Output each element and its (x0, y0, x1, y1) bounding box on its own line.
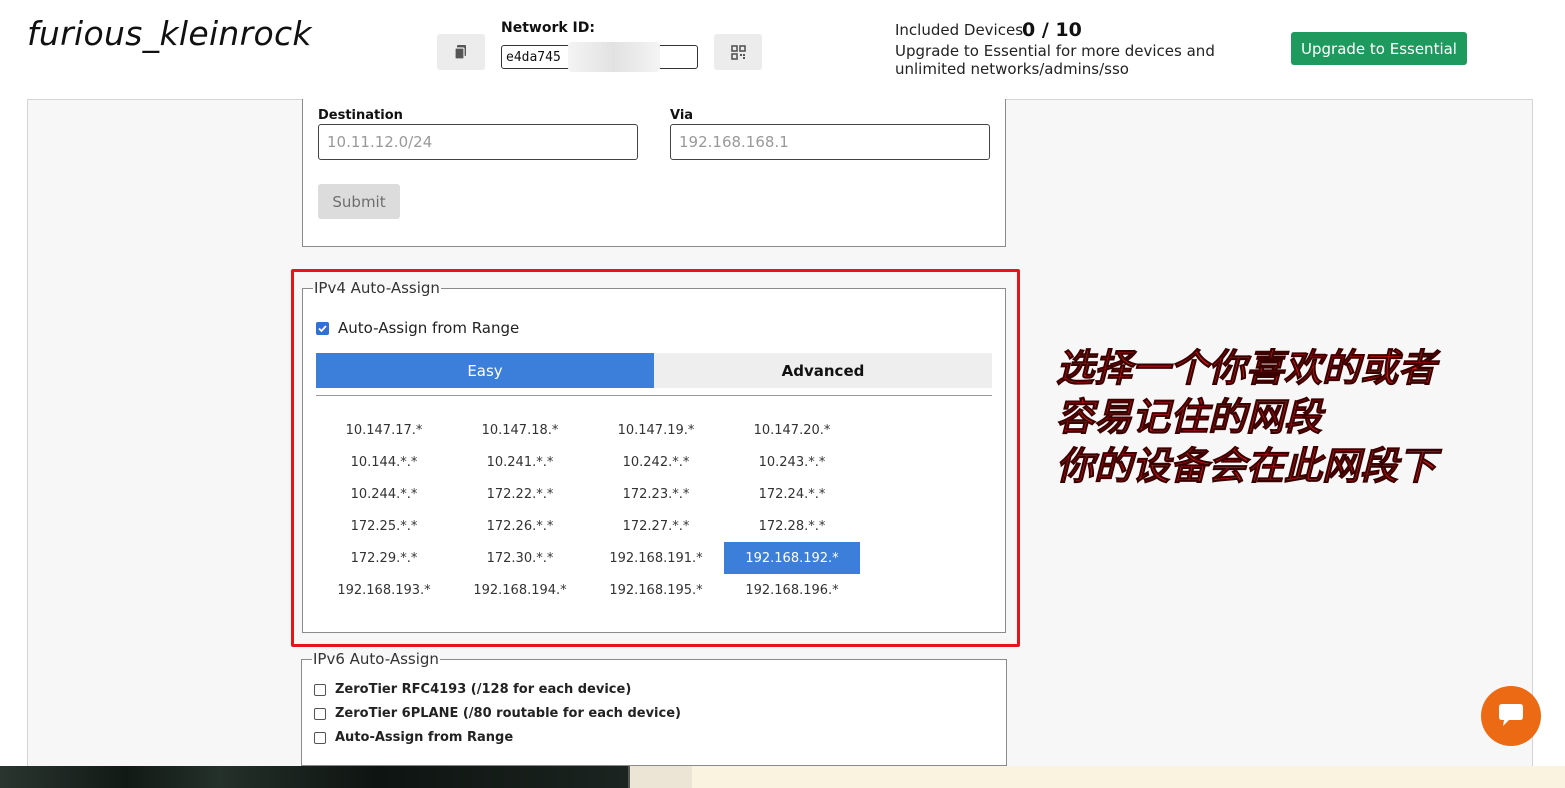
annotation-line: 容易记住的网段 (1055, 395, 1323, 440)
ipv6-6plane-checkbox[interactable] (314, 707, 326, 720)
ipv6-auto-assign-legend: IPv6 Auto-Assign (313, 650, 439, 668)
ipv6-option-rfc4193[interactable]: ZeroTier RFC4193 (/128 for each device) (314, 682, 631, 697)
ipv6-option-6plane[interactable]: ZeroTier 6PLANE (/80 routable for each d… (314, 706, 681, 721)
via-input[interactable]: 192.168.168.1 (670, 124, 990, 160)
ipv6-option-auto-assign-range[interactable]: Auto-Assign from Range (314, 730, 513, 745)
ipv6-rfc4193-checkbox[interactable] (314, 683, 326, 696)
upgrade-info-text: Upgrade to Essential for more devices an… (895, 42, 1215, 78)
submit-route-button[interactable]: Submit (318, 184, 400, 219)
network-name[interactable]: furious_kleinrock (27, 14, 312, 53)
managed-routes-section (302, 99, 1006, 247)
destination-input[interactable]: 10.11.12.0/24 (318, 124, 638, 160)
via-label: Via (670, 108, 694, 123)
chat-button[interactable] (1481, 686, 1541, 746)
included-devices-label: Included Devices: (895, 21, 1029, 39)
ipv6-rfc4193-label: ZeroTier RFC4193 (/128 for each device) (335, 682, 632, 697)
copy-network-id-button[interactable] (437, 34, 485, 70)
included-devices-count: 0 / 10 (1022, 19, 1082, 41)
destination-label: Destination (318, 108, 403, 123)
highlight-box (291, 269, 1020, 647)
copy-icon (454, 45, 466, 60)
background-window-strip (692, 766, 1565, 788)
network-id-redaction (568, 42, 660, 72)
qr-code-icon (730, 44, 746, 60)
chat-icon (1499, 704, 1523, 726)
ipv6-6plane-label: ZeroTier 6PLANE (/80 routable for each d… (335, 706, 681, 721)
background-window-strip (628, 766, 692, 788)
annotation-line: 你的设备会在此网段下 (1055, 444, 1437, 489)
ipv6-auto-assign-range-checkbox[interactable] (314, 731, 326, 744)
network-id-label: Network ID: (501, 20, 595, 36)
background-window-strip (0, 766, 628, 788)
annotation-line: 选择一个你喜欢的或者 (1055, 346, 1437, 391)
qr-code-button[interactable] (714, 34, 762, 70)
ipv6-auto-assign-range-label: Auto-Assign from Range (335, 730, 514, 745)
annotation-text: 选择一个你喜欢的或者 容易记住的网段 你的设备会在此网段下 (1055, 344, 1437, 491)
upgrade-to-essential-button[interactable]: Upgrade to Essential (1291, 32, 1467, 65)
